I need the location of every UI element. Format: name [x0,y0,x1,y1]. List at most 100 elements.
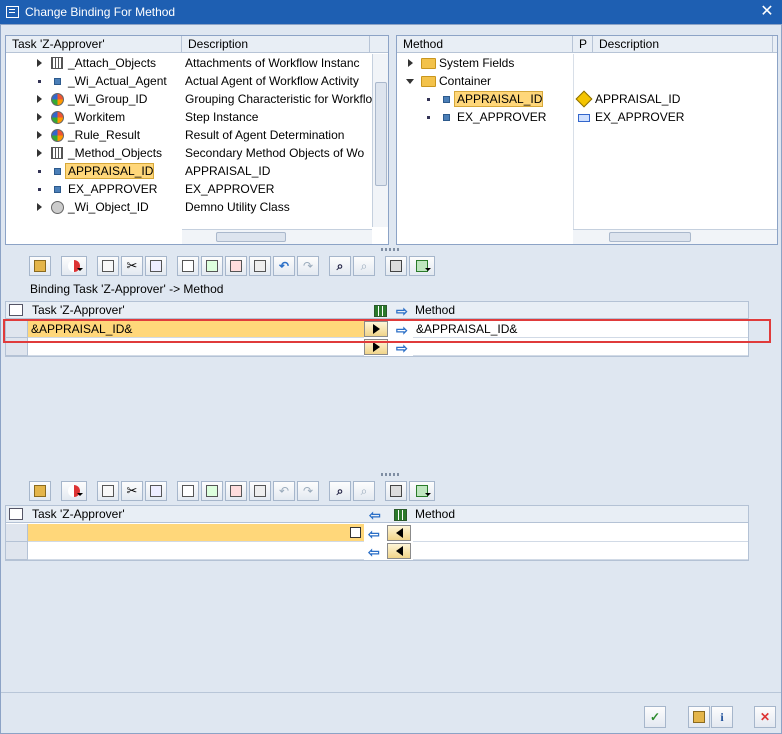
transfer-left-button[interactable] [387,543,411,559]
find-next-button[interactable]: ⌕ [353,481,375,501]
expand-icon[interactable] [36,131,42,139]
undo-button[interactable]: ↶ [273,256,295,276]
method-tree-col-p[interactable]: P [573,36,593,53]
grid-layout-icon[interactable] [369,302,391,319]
insert-row-button[interactable] [201,481,223,501]
row-selector[interactable] [6,542,28,560]
task-element-name[interactable]: _Attach_Objects [66,56,178,70]
paste-button[interactable] [145,256,167,276]
task-element-name[interactable]: _Method_Objects [66,146,178,160]
new-row-button[interactable] [177,481,199,501]
task-tree-row[interactable]: _Rule_Result Result of Agent Determinatio… [6,126,372,144]
expand-icon[interactable] [36,203,42,211]
details-button[interactable] [29,481,51,501]
delete-row-button[interactable] [225,481,247,501]
expand-icon[interactable] [36,149,42,157]
copy-button[interactable] [97,481,119,501]
insert-row-button[interactable] [201,256,223,276]
check-dropdown-button[interactable] [61,481,87,501]
method-element-name[interactable]: EX_APPROVER [455,110,546,124]
expand-icon[interactable] [36,113,42,121]
redo-button[interactable]: ↷ [297,256,319,276]
task-element-name[interactable]: EX_APPROVER [66,182,178,196]
method-tree-row[interactable]: EX_APPROVER EX_APPROVER [397,108,777,126]
splitter-handle-bottom[interactable] [381,473,401,476]
binding-col-right[interactable]: Method [415,302,455,319]
expand-icon[interactable] [36,95,42,103]
export-dropdown-button[interactable] [409,481,435,501]
method-tree-hscroll-thumb[interactable] [609,232,691,242]
method-tree-row[interactable]: Container [397,72,777,90]
task-element-name[interactable]: _Wi_Actual_Agent [66,74,178,88]
reverse-col-right[interactable]: Method [415,506,455,523]
collapse-icon[interactable] [406,78,414,84]
close-icon[interactable]: ✕ [758,3,776,21]
task-tree-vscrollbar[interactable] [372,54,388,227]
details-footer-button[interactable] [688,706,710,728]
print-button[interactable] [385,481,407,501]
grid-settings-icon[interactable] [9,304,23,316]
undo-button[interactable]: ↶ [273,481,295,501]
task-element-name[interactable]: _Wi_Object_ID [66,200,178,214]
grid-layout-icon[interactable] [389,506,411,523]
splitter-handle-top[interactable] [381,248,401,251]
task-tree-col-name[interactable]: Task 'Z-Approver' [6,36,182,53]
binding-col-left[interactable]: Task 'Z-Approver' [32,302,125,319]
details-button[interactable] [29,256,51,276]
task-tree-hscroll-thumb[interactable] [216,232,286,242]
paste-button[interactable] [145,481,167,501]
reverse-col-left[interactable]: Task 'Z-Approver' [32,506,125,523]
value-help-icon[interactable] [350,527,361,538]
reverse-task-field[interactable] [28,524,364,542]
row-selector[interactable] [6,524,28,542]
find-button[interactable]: ⌕ [329,481,351,501]
delete-row-button[interactable] [225,256,247,276]
check-dropdown-button[interactable] [61,256,87,276]
expand-icon[interactable] [36,59,42,67]
copy-button[interactable] [97,256,119,276]
method-tree-col-desc[interactable]: Description [593,36,773,53]
task-tree-col-desc[interactable]: Description [182,36,370,53]
duplicate-row-button[interactable] [249,481,271,501]
task-tree-row[interactable]: _Workitem Step Instance [6,108,372,126]
task-tree-row[interactable]: _Wi_Group_ID Grouping Characteristic for … [6,90,372,108]
method-tree-row[interactable]: System Fields [397,54,777,72]
task-tree-row[interactable]: _Method_Objects Secondary Method Objects … [6,144,372,162]
expand-icon[interactable] [407,59,413,67]
task-element-name[interactable]: _Wi_Group_ID [66,92,178,106]
task-tree-row[interactable]: EX_APPROVER EX_APPROVER [6,180,372,198]
find-next-button[interactable]: ⌕ [353,256,375,276]
task-element-description: Result of Agent Determination [185,128,345,142]
task-tree-row[interactable]: APPRAISAL_ID APPRAISAL_ID [6,162,372,180]
find-button[interactable]: ⌕ [329,256,351,276]
reverse-task-field[interactable] [28,542,364,560]
info-button[interactable]: i [711,706,733,728]
method-tree-col-name[interactable]: Method [397,36,573,53]
method-element-name[interactable]: System Fields [437,56,514,70]
task-tree-row[interactable]: _Wi_Actual_Agent Actual Agent of Workflow… [6,72,372,90]
method-element-name[interactable]: Container [437,74,491,88]
duplicate-row-button[interactable] [249,256,271,276]
cut-icon[interactable]: ✂ [121,256,143,276]
redo-button[interactable]: ↷ [297,481,319,501]
reverse-method-field[interactable] [413,524,748,542]
task-tree-vscroll-thumb[interactable] [375,82,387,186]
export-dropdown-button[interactable] [409,256,435,276]
method-tree-row[interactable]: APPRAISAL_ID APPRAISAL_ID [397,90,777,108]
grid-settings-icon[interactable] [9,508,23,520]
task-element-name[interactable]: APPRAISAL_ID [64,163,155,179]
task-tree-row[interactable]: _Wi_Object_ID Demno Utility Class [6,198,372,216]
cancel-button[interactable]: ✕ [754,706,776,728]
cut-icon[interactable]: ✂ [121,481,143,501]
task-tree-hscrollbar[interactable] [182,229,372,244]
task-element-name[interactable]: _Workitem [66,110,178,124]
confirm-button[interactable]: ✓ [644,706,666,728]
reverse-method-field[interactable] [413,542,748,560]
task-element-name[interactable]: _Rule_Result [66,128,178,142]
transfer-left-button[interactable] [387,525,411,541]
new-row-button[interactable] [177,256,199,276]
task-tree-row[interactable]: _Attach_Objects Attachments of Workflow I… [6,54,372,72]
print-button[interactable] [385,256,407,276]
method-tree-hscrollbar[interactable] [573,229,777,244]
method-element-name[interactable]: APPRAISAL_ID [453,91,544,107]
